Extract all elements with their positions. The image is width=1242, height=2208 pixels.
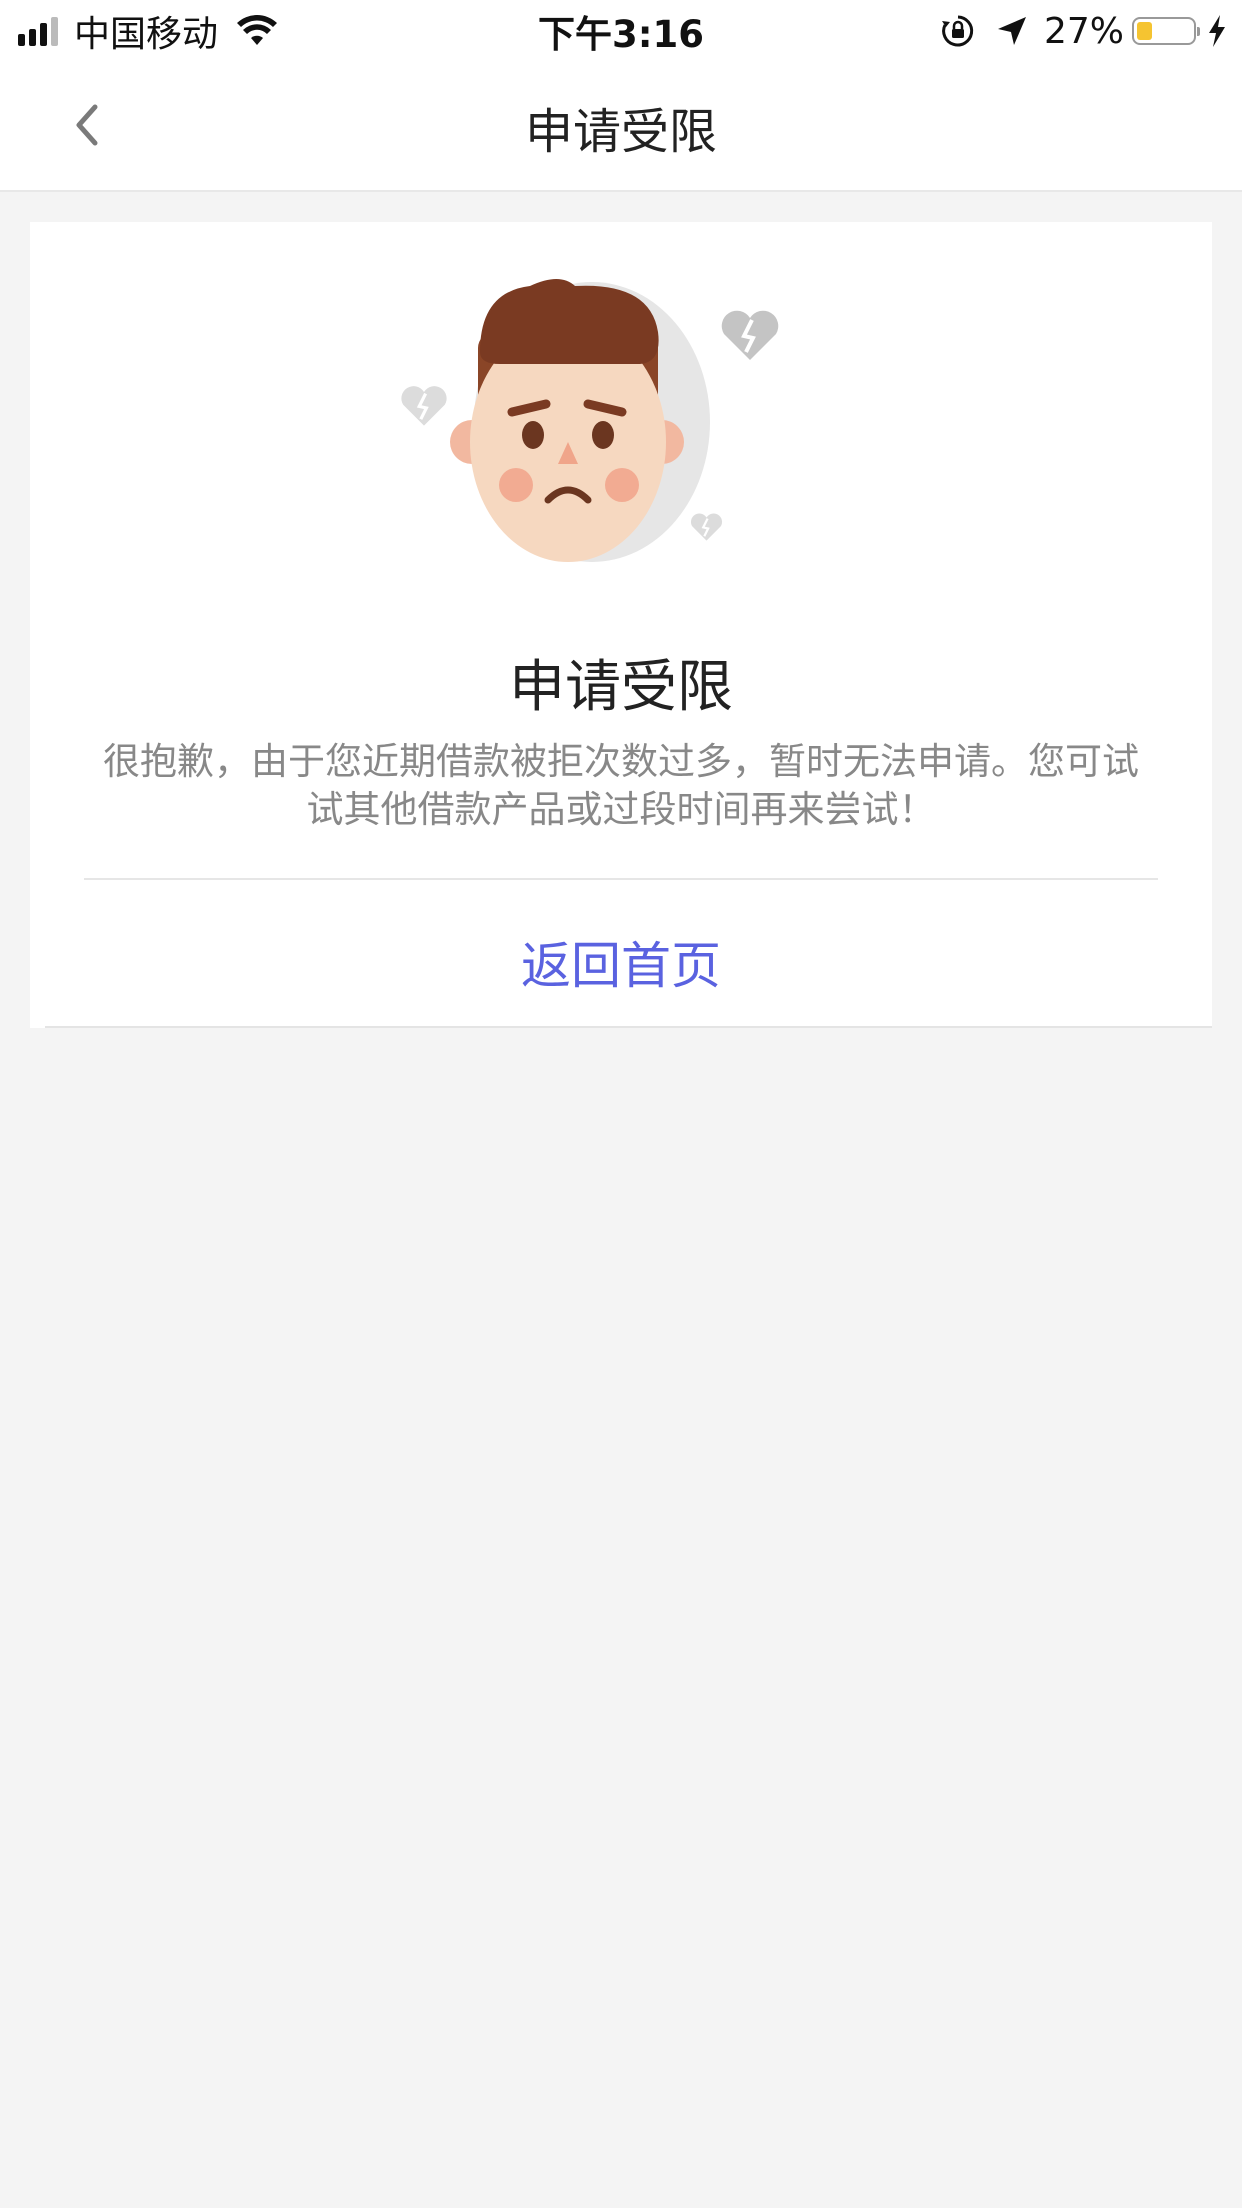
nav-bar: 申请受限	[0, 62, 1242, 192]
card-bottom-divider	[45, 1026, 1212, 1028]
divider	[84, 878, 1158, 880]
sad-face-illustration	[401, 279, 779, 562]
restriction-description: 很抱歉，由于您近期借款被拒次数过多，暂时无法申请。您可试试其他借款产品或过段时间…	[103, 740, 1139, 831]
battery-icon	[1132, 17, 1200, 45]
charging-icon	[1209, 15, 1225, 47]
orientation-lock-icon	[941, 15, 974, 47]
status-right: 27%	[940, 0, 1228, 62]
broken-heart-icon	[721, 310, 779, 360]
broken-heart-icon	[690, 513, 723, 541]
return-home-link[interactable]: 返回首页	[30, 922, 1212, 1002]
restriction-title: 申请受限	[509, 655, 733, 720]
restriction-card: 申请受限 很抱歉，由于您近期借款被拒次数过多，暂时无法申请。您可试试其他借款产品…	[30, 222, 1212, 1028]
page-title: 申请受限	[524, 104, 717, 160]
status-bar: 中国移动 下午3:16 27%	[0, 0, 1242, 62]
battery-percent: 27%	[1043, 10, 1124, 52]
battery-fill	[1137, 22, 1152, 40]
location-icon	[997, 17, 1026, 45]
broken-heart-icon	[401, 386, 447, 426]
